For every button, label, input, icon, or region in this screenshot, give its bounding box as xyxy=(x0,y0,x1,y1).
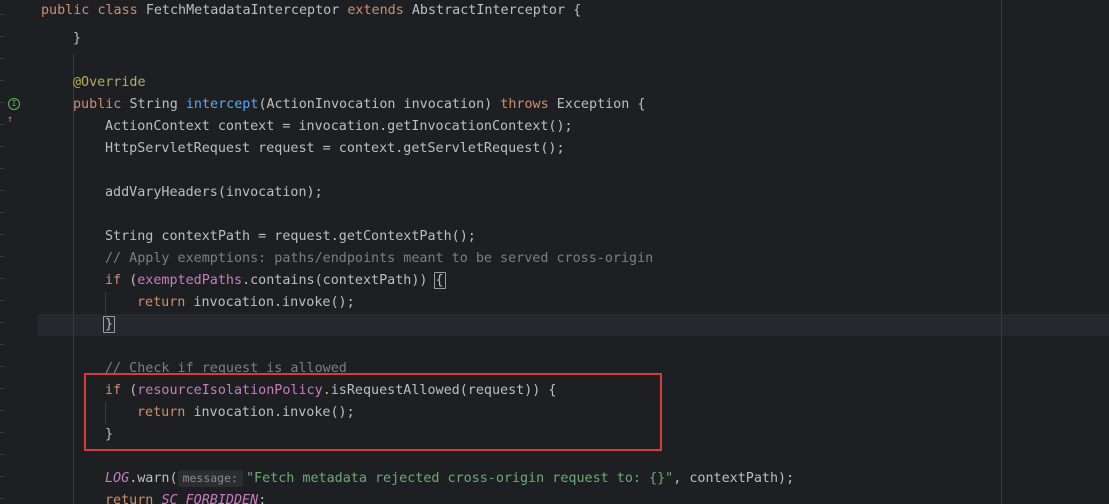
gutter-line-marker xyxy=(0,278,4,279)
gutter-line-marker xyxy=(0,102,4,103)
up-arrow-icon: ↑ xyxy=(7,114,14,125)
code-token: } xyxy=(73,31,82,46)
code-line[interactable]: LOG.warn(message: "Fetch metadata rejecte… xyxy=(105,468,794,490)
gutter-line-marker xyxy=(0,14,4,15)
gutter-line-marker xyxy=(0,58,4,59)
gutter-line-marker xyxy=(0,476,4,477)
code-token: class xyxy=(97,3,146,18)
gutter-line-marker xyxy=(0,498,4,499)
code-editor[interactable]: I↑ public class FetchMetadataInterceptor… xyxy=(0,0,1109,504)
code-token: // Apply exemptions: paths/endpoints mea… xyxy=(105,251,654,266)
override-circle: I xyxy=(8,98,20,110)
code-token: addVaryHeaders(invocation); xyxy=(105,185,323,200)
parameter-hint: message: xyxy=(177,469,243,487)
code-token: if xyxy=(105,273,130,288)
code-token: "Fetch metadata rejected cross-origin re… xyxy=(245,471,674,486)
code-token: (ActionInvocation invocation) xyxy=(258,97,501,112)
code-token: intercept xyxy=(185,97,259,112)
code-token: invocation.invoke(); xyxy=(193,295,355,310)
code-token: Exception { xyxy=(556,97,646,112)
code-token: , contextPath); xyxy=(673,471,795,486)
code-line[interactable]: public class FetchMetadataInterceptor ex… xyxy=(41,0,581,22)
code-token: public xyxy=(73,97,130,112)
code-line[interactable]: if (exemptedPaths.contains(contextPath))… xyxy=(105,270,446,292)
code-line[interactable]: HttpServletRequest request = context.get… xyxy=(105,138,565,160)
code-line[interactable]: } xyxy=(73,28,81,50)
code-line[interactable]: // Apply exemptions: paths/endpoints mea… xyxy=(105,248,653,270)
gutter-line-marker xyxy=(0,146,4,147)
code-token: SC_FORBIDDEN xyxy=(161,493,259,504)
code-token: public xyxy=(41,3,98,18)
code-token: LOG xyxy=(105,471,130,486)
gutter-line-marker xyxy=(0,454,4,455)
matched-brace: } xyxy=(103,316,116,333)
gutter-line-marker xyxy=(0,322,4,323)
matched-brace: { xyxy=(433,272,446,289)
current-line-highlight xyxy=(38,314,1109,336)
gutter-line-marker xyxy=(0,388,4,389)
code-token: AbstractInterceptor { xyxy=(411,3,582,18)
indent-guide xyxy=(73,54,74,504)
code-token: return xyxy=(137,295,194,310)
code-line[interactable]: ActionContext context = invocation.getIn… xyxy=(105,116,573,138)
code-token: @Override xyxy=(73,75,146,90)
code-line[interactable]: @Override xyxy=(73,72,146,94)
gutter-line-marker xyxy=(0,190,4,191)
code-token: return xyxy=(105,493,162,504)
code-token: ActionContext context = invocation.getIn… xyxy=(105,119,573,134)
code-line[interactable]: return SC_FORBIDDEN; xyxy=(105,490,266,504)
gutter-line-marker xyxy=(0,410,4,411)
code-token: String contextPath = request.getContextP… xyxy=(105,229,476,244)
gutter-line-marker xyxy=(0,124,4,125)
gutter-line-marker xyxy=(0,344,4,345)
gutter-line-marker xyxy=(0,234,4,235)
code-line[interactable]: addVaryHeaders(invocation); xyxy=(105,182,323,204)
gutter-line-marker xyxy=(0,168,4,169)
resource-isolation-check-highlight xyxy=(84,373,662,451)
code-line[interactable]: return invocation.invoke(); xyxy=(137,292,355,314)
code-line[interactable]: String contextPath = request.getContextP… xyxy=(105,226,476,248)
code-token: exemptedPaths xyxy=(137,273,243,288)
gutter-line-marker xyxy=(0,256,4,257)
code-token: throws xyxy=(500,97,557,112)
code-line[interactable]: } xyxy=(103,314,116,336)
gutter-line-marker xyxy=(0,432,4,433)
gutter-line-marker xyxy=(0,36,4,37)
code-token: String xyxy=(129,97,186,112)
implementing-method-icon[interactable]: I↑ xyxy=(7,96,24,125)
code-token: extends xyxy=(347,3,412,18)
line-gutter[interactable]: I↑ xyxy=(0,0,38,504)
code-token: FetchMetadataInterceptor xyxy=(145,3,348,18)
right-margin-guide xyxy=(1001,0,1002,504)
code-token: HttpServletRequest request = context.get… xyxy=(105,141,565,156)
indent-guide xyxy=(105,292,106,314)
code-token: .contains(contextPath)) xyxy=(242,273,436,288)
code-token: ; xyxy=(258,493,267,504)
code-token: .warn( xyxy=(129,471,178,486)
code-line[interactable]: public String intercept(ActionInvocation… xyxy=(73,94,645,116)
gutter-line-marker xyxy=(0,366,4,367)
gutter-line-marker xyxy=(0,212,4,213)
gutter-line-marker xyxy=(0,80,4,81)
gutter-line-marker xyxy=(0,300,4,301)
